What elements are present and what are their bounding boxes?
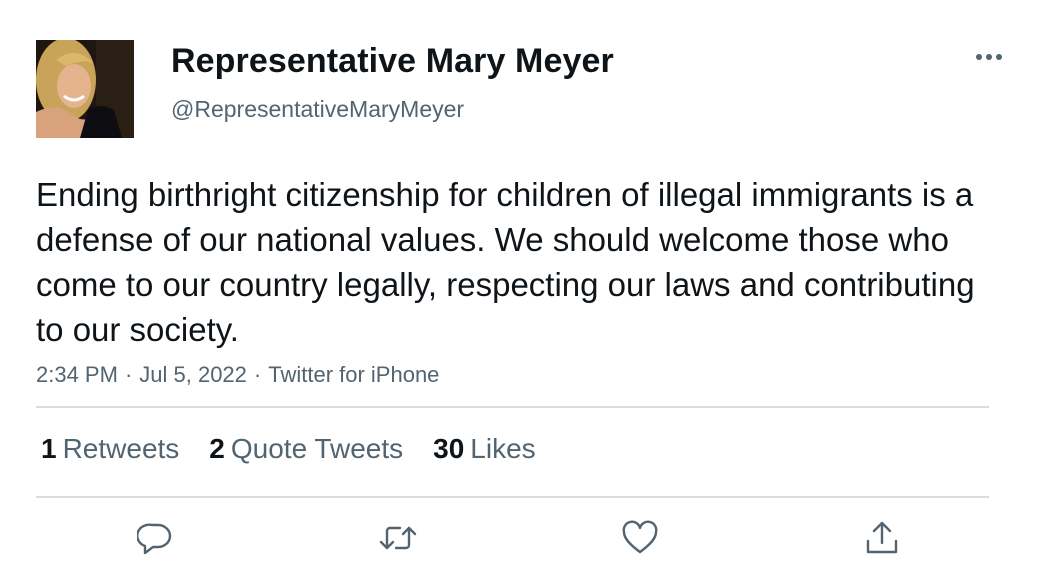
quote-tweets-count: 2	[209, 433, 225, 464]
reply-button[interactable]	[135, 518, 175, 558]
divider	[36, 496, 989, 498]
share-button[interactable]	[862, 518, 902, 558]
likes-label: Likes	[470, 433, 536, 464]
likes-count: 30	[433, 433, 465, 464]
retweets-count: 1	[41, 433, 57, 464]
profile-photo	[36, 40, 134, 138]
reply-icon	[137, 523, 172, 555]
engagement-stats: 1 Retweets 2 Quote Tweets 30 Likes	[41, 433, 536, 465]
meta-separator: ·	[124, 362, 133, 387]
retweets-label: Retweets	[62, 433, 180, 464]
retweet-button[interactable]	[378, 518, 418, 558]
quote-tweets-label: Quote Tweets	[230, 433, 404, 464]
retweet-icon	[379, 526, 417, 550]
user-handle[interactable]: @RepresentativeMaryMeyer	[171, 96, 464, 123]
likes-stat[interactable]: 30 Likes	[433, 433, 536, 465]
tweet-text: Ending birthright citizenship for childr…	[36, 176, 975, 348]
avatar[interactable]	[36, 40, 134, 138]
share-icon	[866, 521, 898, 554]
more-dots-icon	[976, 54, 1002, 60]
quote-tweets-stat[interactable]: 2 Quote Tweets	[209, 433, 403, 465]
display-name[interactable]: Representative Mary Meyer	[171, 42, 614, 81]
heart-icon	[622, 520, 658, 554]
tweet-date[interactable]: Jul 5, 2022	[139, 362, 247, 387]
meta-separator: ·	[253, 362, 262, 387]
more-options-button[interactable]	[970, 44, 1008, 70]
tweet-detail: Representative Mary Meyer @Representativ…	[0, 0, 1050, 570]
tweet-time[interactable]: 2:34 PM	[36, 362, 118, 387]
like-button[interactable]	[620, 518, 660, 558]
tweet-source[interactable]: Twitter for iPhone	[268, 362, 439, 387]
divider	[36, 406, 989, 408]
retweets-stat[interactable]: 1 Retweets	[41, 433, 179, 465]
tweet-meta: 2:34 PM · Jul 5, 2022 · Twitter for iPhone	[36, 362, 439, 388]
